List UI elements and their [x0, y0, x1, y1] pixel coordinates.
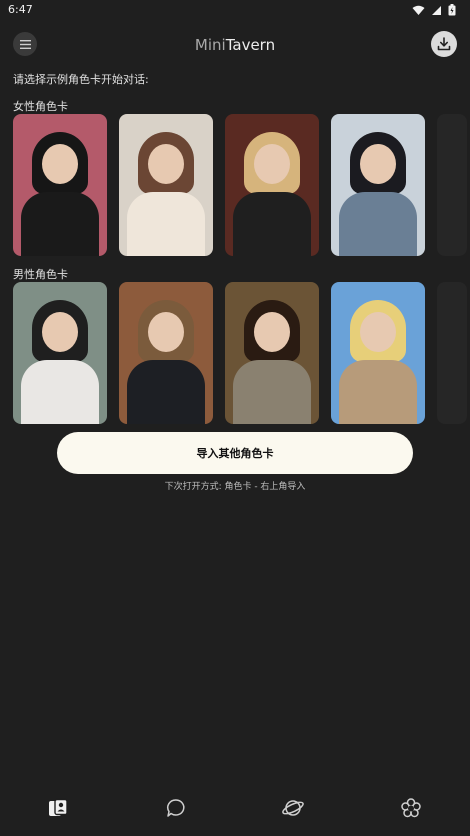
app-title-tavern: Tavern — [225, 36, 276, 54]
male-card-2[interactable] — [119, 282, 213, 424]
male-cards-row — [13, 282, 470, 424]
female-card-4[interactable] — [331, 114, 425, 256]
download-icon — [437, 37, 451, 51]
female-cards-row — [13, 114, 470, 256]
status-bar: 6:47 — [0, 0, 470, 22]
female-section-label: 女性角色卡 — [13, 100, 68, 113]
male-card-peek[interactable] — [437, 282, 467, 424]
nav-chat-tab[interactable] — [156, 788, 196, 828]
nav-more-tab[interactable] — [391, 788, 431, 828]
nav-cards-tab[interactable] — [38, 788, 78, 828]
bottom-nav — [0, 778, 470, 836]
select-prompt: 请选择示例角色卡开始对话: — [13, 73, 149, 86]
chat-icon — [167, 799, 185, 817]
app-title-mini: Mini — [194, 36, 226, 54]
system-icons — [412, 4, 456, 16]
nav-explore-tab[interactable] — [273, 788, 313, 828]
male-card-4[interactable] — [331, 282, 425, 424]
import-download-button[interactable] — [431, 31, 457, 57]
app-title: MiniTavern — [0, 36, 470, 54]
signal-icon — [432, 5, 441, 15]
flower-icon — [401, 798, 421, 818]
import-hint: 下次打开方式: 角色卡 - 右上角导入 — [164, 482, 306, 492]
planet-icon — [282, 800, 304, 816]
male-card-3[interactable] — [225, 282, 319, 424]
male-section-label: 男性角色卡 — [13, 268, 68, 281]
male-card-1[interactable] — [13, 282, 107, 424]
female-card-3[interactable] — [225, 114, 319, 256]
import-other-cards-button[interactable]: 导入其他角色卡 — [57, 432, 413, 474]
cards-icon — [49, 798, 68, 816]
wifi-icon — [412, 5, 425, 15]
female-card-2[interactable] — [119, 114, 213, 256]
app-bar: MiniTavern — [0, 28, 470, 62]
female-card-1[interactable] — [13, 114, 107, 256]
battery-icon — [448, 4, 456, 16]
status-time: 6:47 — [8, 3, 33, 16]
female-card-peek[interactable] — [437, 114, 467, 256]
